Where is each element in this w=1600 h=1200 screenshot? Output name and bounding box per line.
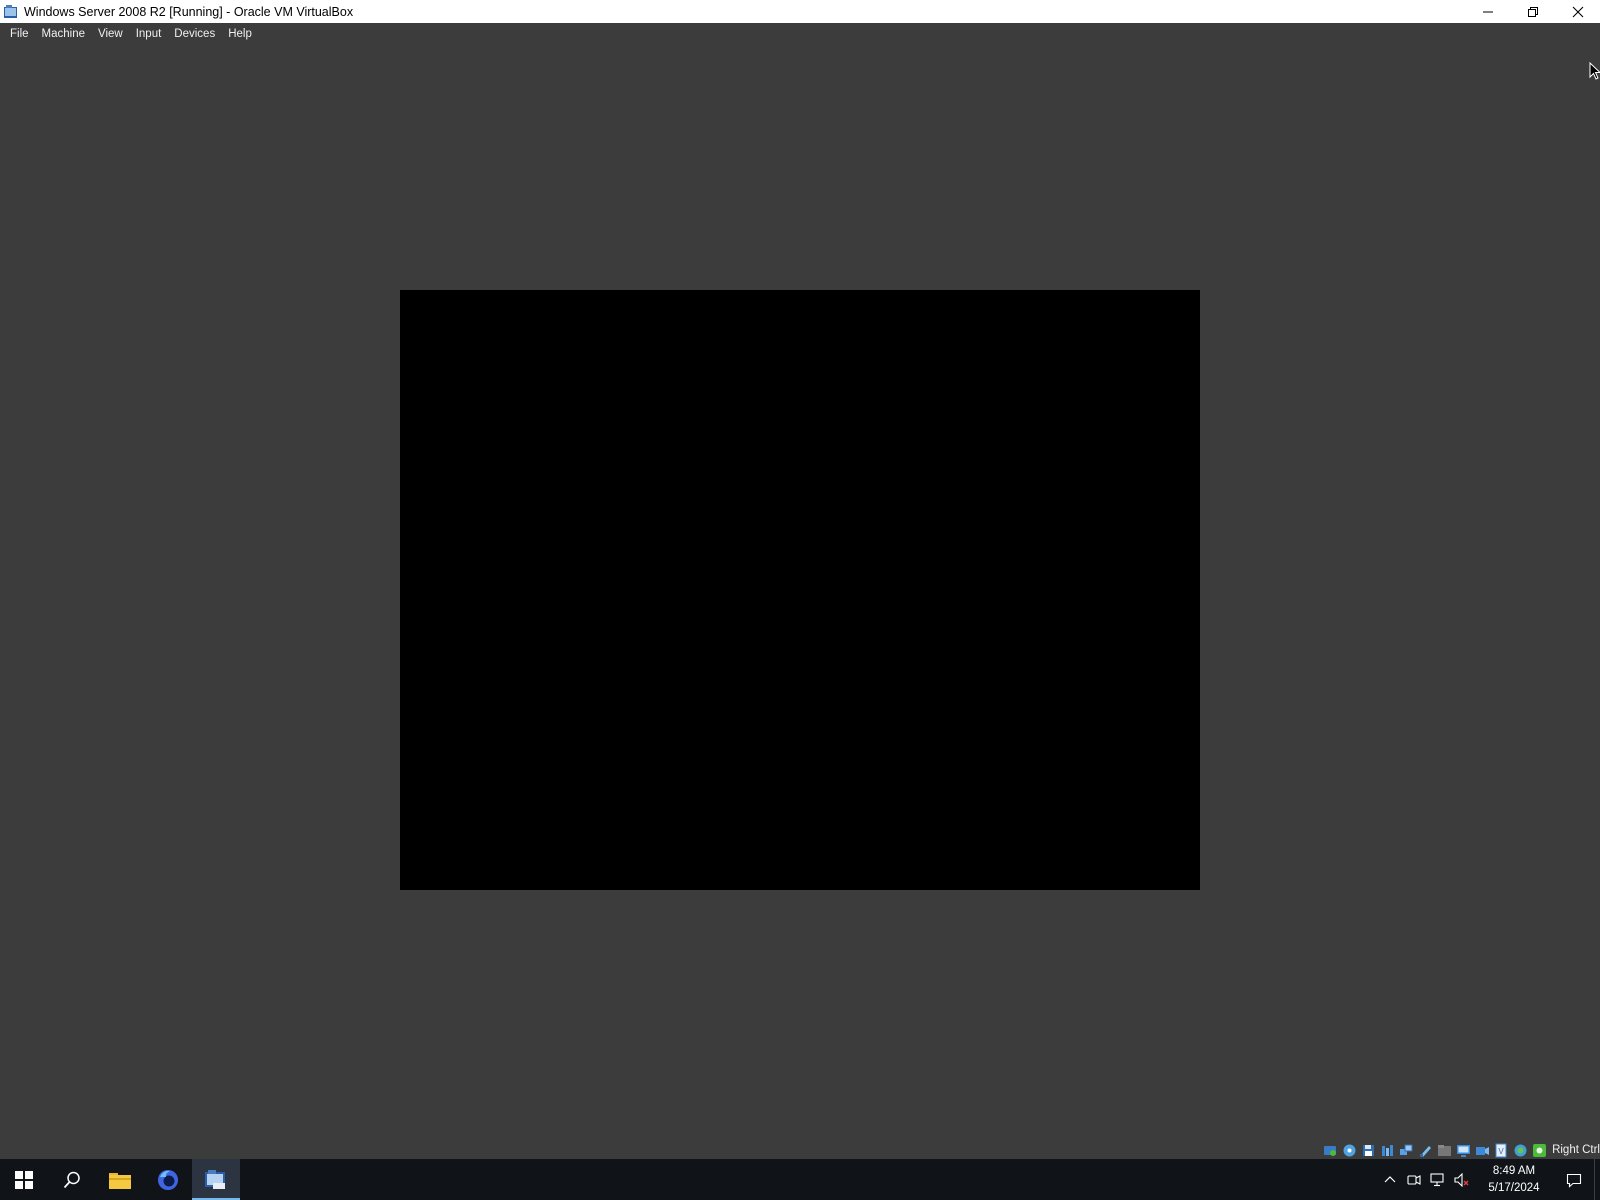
menu-view[interactable]: View [92, 26, 129, 42]
window-controls [1465, 0, 1600, 23]
vm-display-area[interactable] [0, 44, 1600, 1159]
chevron-up-icon [1384, 1175, 1396, 1182]
network-icon [1430, 1172, 1444, 1186]
start-icon [15, 1170, 33, 1189]
search-icon [63, 1171, 80, 1188]
menu-input[interactable]: Input [130, 26, 168, 42]
recording-icon[interactable]: V [1493, 1142, 1510, 1159]
file-explorer-icon [109, 1172, 131, 1189]
menu-machine[interactable]: Machine [36, 26, 91, 42]
firefox-icon [158, 1169, 178, 1190]
start-button[interactable] [0, 1159, 48, 1200]
hard-disk-icon[interactable] [1322, 1142, 1339, 1159]
minimize-icon [1482, 11, 1493, 12]
show-desktop-button[interactable] [1594, 1159, 1600, 1200]
usb-icon[interactable] [1417, 1142, 1434, 1159]
notification-icon [1566, 1173, 1582, 1188]
mouse-integration-icon[interactable] [1531, 1142, 1548, 1159]
network-icon[interactable] [1398, 1142, 1415, 1159]
menu-devices[interactable]: Devices [168, 26, 221, 42]
host-key-label[interactable]: Right Ctrl [1552, 1144, 1600, 1156]
taskbar-virtualbox[interactable] [192, 1159, 240, 1200]
optical-drive-icon[interactable] [1341, 1142, 1358, 1159]
svg-text:V: V [1498, 1147, 1504, 1156]
clock-time: 8:49 AM [1492, 1164, 1536, 1177]
mouse-cursor-icon [1589, 61, 1600, 85]
show-hidden-icons-button[interactable] [1378, 1159, 1402, 1200]
restore-button[interactable] [1510, 0, 1555, 23]
volume-muted-icon [1454, 1172, 1469, 1187]
display-icon[interactable] [1455, 1142, 1472, 1159]
search-button[interactable] [48, 1159, 96, 1200]
volume-button[interactable] [1450, 1159, 1474, 1200]
notifications-button[interactable] [1554, 1159, 1594, 1200]
restore-icon [1527, 6, 1538, 17]
vm-screen[interactable] [400, 290, 1200, 890]
floppy-icon[interactable] [1360, 1142, 1377, 1159]
taskbar-file-explorer[interactable] [96, 1159, 144, 1200]
taskbar: 8:49 AM 5/17/2024 [0, 1159, 1600, 1200]
meet-now-button[interactable] [1402, 1159, 1426, 1200]
audio-icon[interactable] [1379, 1142, 1396, 1159]
taskbar-firefox[interactable] [144, 1159, 192, 1200]
virtualbox-icon [205, 1169, 225, 1189]
minimize-button[interactable] [1465, 0, 1510, 23]
clock[interactable]: 8:49 AM 5/17/2024 [1480, 1163, 1548, 1197]
virtualbox-app-icon [2, 3, 20, 21]
clock-date: 5/17/2024 [1488, 1181, 1540, 1194]
network-tray-button[interactable] [1426, 1159, 1450, 1200]
window-title: Windows Server 2008 R2 [Running] - Oracl… [24, 4, 354, 19]
title-bar: Windows Server 2008 R2 [Running] - Oracl… [0, 0, 1600, 23]
close-icon [1572, 6, 1583, 17]
close-button[interactable] [1555, 0, 1600, 23]
menu-help[interactable]: Help [222, 26, 258, 42]
menu-bar: File Machine View Input Devices Help [0, 23, 1600, 44]
menu-file[interactable]: File [4, 26, 35, 42]
video-capture-icon[interactable] [1474, 1142, 1491, 1159]
cpu-icon[interactable] [1512, 1142, 1529, 1159]
system-tray: 8:49 AM 5/17/2024 [1378, 1159, 1600, 1200]
shared-folders-icon[interactable] [1436, 1142, 1453, 1159]
meet-now-icon [1407, 1174, 1421, 1185]
